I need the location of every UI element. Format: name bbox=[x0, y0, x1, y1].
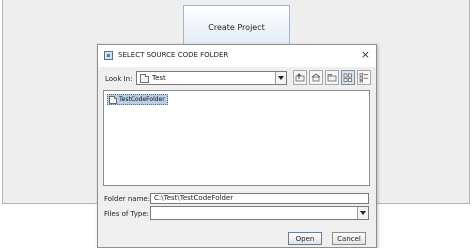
open-button[interactable]: Open bbox=[288, 232, 322, 245]
files-of-type-dropdown-button[interactable] bbox=[357, 207, 368, 219]
list-view-button[interactable] bbox=[341, 70, 355, 85]
close-icon[interactable]: × bbox=[361, 48, 370, 62]
folder-icon bbox=[140, 74, 149, 83]
look-in-dropdown-button[interactable] bbox=[275, 72, 286, 84]
look-in-combo[interactable]: Test bbox=[136, 71, 287, 85]
cancel-button[interactable]: Cancel bbox=[332, 232, 366, 245]
up-one-level-icon bbox=[295, 73, 305, 82]
dialog-title: SELECT SOURCE CODE FOLDER bbox=[118, 51, 229, 59]
new-folder-icon bbox=[327, 74, 337, 82]
app-icon bbox=[104, 51, 113, 60]
create-project-button[interactable]: Create Project bbox=[183, 5, 290, 49]
look-in-label: Look In: bbox=[105, 75, 133, 83]
files-of-type-combo[interactable] bbox=[150, 206, 369, 220]
list-view-icon bbox=[343, 73, 352, 82]
file-list[interactable]: TestCodeFolder bbox=[103, 90, 370, 186]
home-icon bbox=[311, 73, 321, 82]
look-in-value: Test bbox=[152, 74, 166, 82]
chevron-down-icon bbox=[278, 76, 284, 80]
dialog-titlebar: SELECT SOURCE CODE FOLDER × bbox=[98, 45, 376, 67]
chevron-down-icon bbox=[360, 211, 366, 215]
details-view-icon bbox=[359, 73, 368, 83]
folder-name-input[interactable]: C:\Test\TestCodeFolder bbox=[150, 193, 369, 204]
list-item[interactable]: TestCodeFolder bbox=[107, 94, 168, 105]
home-button[interactable] bbox=[309, 70, 323, 85]
details-view-button[interactable] bbox=[357, 70, 371, 85]
new-folder-button[interactable] bbox=[325, 70, 339, 85]
folder-icon bbox=[109, 95, 117, 104]
folder-name-label: Folder name: bbox=[104, 195, 151, 203]
up-one-level-button[interactable] bbox=[293, 70, 307, 85]
file-name: TestCodeFolder bbox=[119, 96, 165, 103]
files-of-type-label: Files of Type: bbox=[104, 210, 149, 218]
